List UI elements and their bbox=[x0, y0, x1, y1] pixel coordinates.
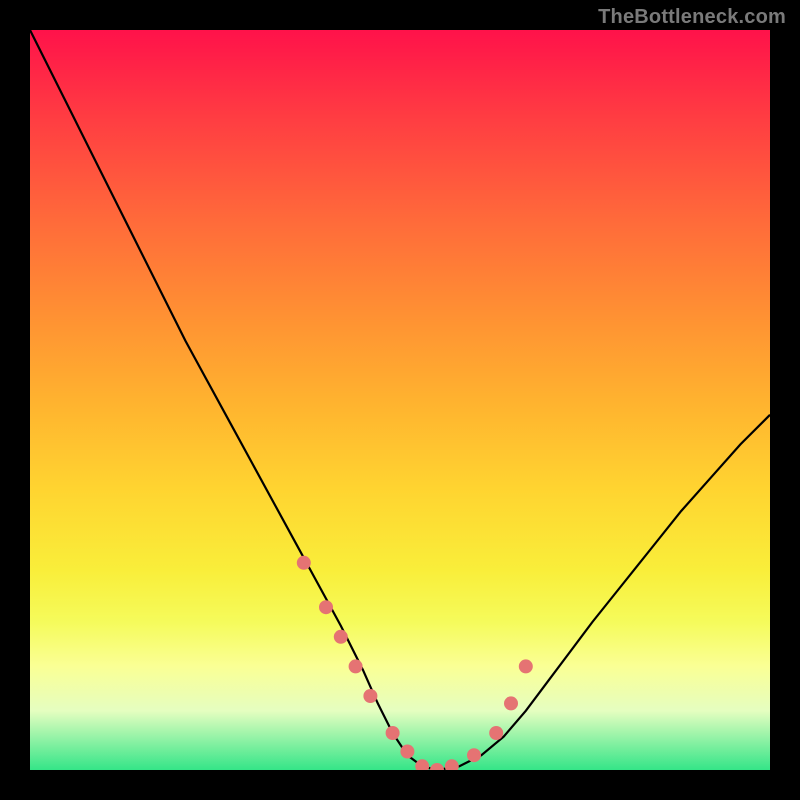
watermark-text: TheBottleneck.com bbox=[598, 6, 786, 29]
plot-area bbox=[30, 30, 770, 770]
marker-dot bbox=[319, 600, 333, 614]
marker-dot bbox=[400, 745, 414, 759]
bottleneck-curve-path bbox=[30, 30, 770, 770]
marker-dot bbox=[489, 726, 503, 740]
marker-dot bbox=[430, 763, 444, 770]
marker-dot bbox=[363, 689, 377, 703]
marker-dot bbox=[349, 659, 363, 673]
curve-svg bbox=[30, 30, 770, 770]
marker-dot bbox=[504, 696, 518, 710]
marker-dot bbox=[467, 748, 481, 762]
marker-dot bbox=[297, 556, 311, 570]
marker-dot-group bbox=[297, 556, 533, 770]
marker-dot bbox=[445, 759, 459, 770]
marker-dot bbox=[334, 630, 348, 644]
marker-dot bbox=[386, 726, 400, 740]
chart-frame: TheBottleneck.com bbox=[0, 0, 800, 800]
marker-dot bbox=[519, 659, 533, 673]
marker-dot bbox=[415, 759, 429, 770]
